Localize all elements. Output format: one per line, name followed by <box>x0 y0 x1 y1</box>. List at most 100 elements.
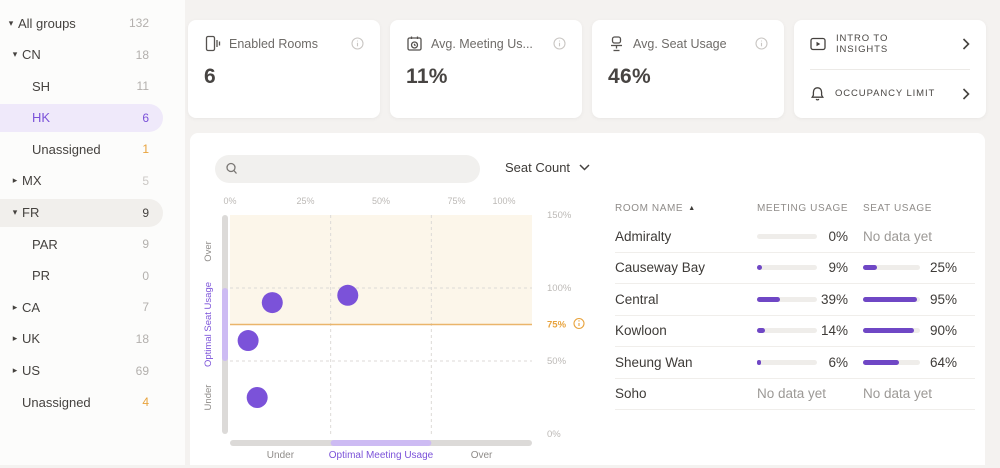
meeting-usage-cell: No data yet <box>757 386 863 401</box>
x-zone-label: Under <box>267 450 295 461</box>
usage-bar-track <box>757 296 817 302</box>
room-search[interactable] <box>215 155 480 183</box>
search-icon <box>225 162 239 176</box>
scatter-point-central[interactable] <box>337 284 359 306</box>
no-data-label: No data yet <box>863 386 933 402</box>
sidebar-item-count: 4 <box>142 395 149 410</box>
info-icon[interactable] <box>553 37 566 50</box>
search-input[interactable] <box>245 161 470 177</box>
meeting-usage-cell: 14% <box>757 323 863 338</box>
y-tick-label: 0% <box>547 429 561 440</box>
calendar-icon <box>406 35 423 52</box>
scatter-point-kowloon[interactable] <box>261 292 283 314</box>
sidebar-item-label: CN <box>22 47 41 63</box>
sidebar-item-label: SH <box>32 78 51 94</box>
occupancy-limit-link[interactable]: OCCUPANCY LIMIT <box>810 68 970 119</box>
sidebar-item-unassigned[interactable]: Unassigned 1 <box>0 135 163 163</box>
room-name: Sheung Wan <box>615 354 693 370</box>
caret-down-icon[interactable]: ▾ <box>4 18 18 28</box>
stat-card-avg-meeting-usage: Avg. Meeting Us... 11% <box>390 20 582 118</box>
usage-percent: 39% <box>820 291 848 307</box>
caret-right-icon[interactable]: ▸ <box>8 366 22 375</box>
seat-usage-cell: No data yet <box>863 229 975 244</box>
x-tick-label: 0% <box>223 196 236 206</box>
table-row-soho[interactable]: Soho No data yet No data yet <box>615 379 975 410</box>
bell-icon <box>810 86 825 101</box>
rooms-table-header: ROOM NAME ▲ MEETING USAGE SEAT USAGE <box>615 195 975 221</box>
usage-bar-track <box>757 233 817 239</box>
scatter-point-causeway-bay[interactable] <box>246 387 268 408</box>
info-icon[interactable] <box>351 37 364 50</box>
caret-down-icon[interactable]: ▾ <box>8 50 22 59</box>
stat-card-enabled-rooms: Enabled Rooms 6 <box>188 20 380 118</box>
sidebar-item-hk[interactable]: HK 6 <box>0 103 163 132</box>
usage-bar-track <box>863 328 920 334</box>
usage-bar-fill <box>863 296 918 302</box>
no-data-label: No data yet <box>863 228 933 244</box>
rooms-table: ROOM NAME ▲ MEETING USAGE SEAT USAGE Adm… <box>615 195 975 410</box>
intro-to-insights-link[interactable]: INTRO TO INSIGHTS <box>810 20 970 69</box>
usage-bar-fill <box>757 265 763 271</box>
table-row-central[interactable]: Central 39% 95% <box>615 284 975 316</box>
meeting-usage-cell: 9% <box>757 260 863 275</box>
usage-percent: 90% <box>929 323 957 339</box>
sidebar-item-sh[interactable]: SH 11 <box>0 72 163 100</box>
insights-panel: Seat Count 0% 25% 50% 75% 100% 150% 100% 75% 50%… <box>190 133 985 465</box>
scatter-point-sheung-wan[interactable] <box>237 330 259 352</box>
sidebar-item-label: Unassigned <box>22 394 91 410</box>
usage-percent: 14% <box>820 323 848 339</box>
x-tick-label: 75% <box>447 196 465 206</box>
usage-percent: 64% <box>929 354 957 370</box>
table-row-kowloon[interactable]: Kowloon 14% 90% <box>615 316 975 347</box>
usage-bar-fill <box>863 265 878 271</box>
seat-usage-cell: 95% <box>863 292 975 307</box>
table-row-admiralty[interactable]: Admiralty 0% No data yet <box>615 221 975 253</box>
usage-bar-fill <box>863 359 900 365</box>
scatter-plot-svg: 0% 25% 50% 75% 100% 150% 100% 75% 50% 0% Over Optim… <box>203 196 585 461</box>
sidebar-item-label: PR <box>32 268 51 284</box>
sidebar-item-mx[interactable]: ▸ MX 5 <box>0 167 163 195</box>
sort-dropdown[interactable]: Seat Count <box>505 160 590 175</box>
sidebar-item-unassigned[interactable]: Unassigned 4 <box>0 388 163 416</box>
seat-usage-cell: 64% <box>863 355 975 370</box>
stat-card-avg-seat-usage: Avg. Seat Usage 46% <box>592 20 784 118</box>
sidebar-item-count: 18 <box>135 331 149 346</box>
column-header-meeting-usage[interactable]: MEETING USAGE <box>757 203 863 214</box>
group-tree-sidebar: ▾ All groups 132 ▾ CN 18 SH 11 HK 6 Unassigned 1 ▸ MX… <box>0 0 185 465</box>
stat-card-value: 11% <box>406 65 448 88</box>
column-header-seat-usage[interactable]: SEAT USAGE <box>863 203 975 214</box>
usage-percent: 9% <box>828 260 848 276</box>
caret-right-icon[interactable]: ▸ <box>8 176 22 185</box>
sidebar-item-label: HK <box>32 110 51 126</box>
table-row-causeway-bay[interactable]: Causeway Bay 9% 25% <box>615 253 975 284</box>
seat-usage-cell: 90% <box>863 323 975 338</box>
usage-bar-fill <box>757 328 766 334</box>
sidebar-item-uk[interactable]: ▸ UK 18 <box>0 325 163 353</box>
y-tick-label: 100% <box>547 283 572 294</box>
sidebar-item-label: US <box>22 363 41 379</box>
sidebar-item-cn[interactable]: ▾ CN 18 <box>0 41 163 69</box>
sidebar-item-fr[interactable]: ▾ FR 9 <box>0 198 163 227</box>
sidebar-item-ca[interactable]: ▸ CA 7 <box>0 293 163 321</box>
info-icon[interactable] <box>755 37 768 50</box>
room-name: Kowloon <box>615 323 667 339</box>
column-header-room-name[interactable]: ROOM NAME ▲ <box>615 203 757 214</box>
sidebar-item-label: FR <box>22 205 40 221</box>
sidebar-item-us[interactable]: ▸ US 69 <box>0 357 163 385</box>
quick-link-label: INTRO TO INSIGHTS <box>836 33 889 56</box>
sidebar-item-pr[interactable]: PR 0 <box>0 262 163 290</box>
sidebar-item-label: PAR <box>32 236 58 252</box>
x-tick-label: 100% <box>492 196 515 206</box>
usage-bar-fill <box>757 359 761 365</box>
sidebar-item-count: 0 <box>142 268 149 283</box>
x-zone-label: Optimal Meeting Usage <box>329 450 434 461</box>
usage-bar-track <box>757 328 817 334</box>
sidebar-item-par[interactable]: PAR 9 <box>0 230 163 258</box>
sidebar-item-all-groups[interactable]: ▾ All groups 132 <box>0 9 163 37</box>
sidebar-item-label: MX <box>22 173 42 189</box>
table-row-sheung-wan[interactable]: Sheung Wan 6% 64% <box>615 347 975 379</box>
caret-right-icon[interactable]: ▸ <box>8 302 22 312</box>
caret-down-icon[interactable]: ▾ <box>8 208 22 217</box>
y-tick-label: 75% <box>547 320 567 331</box>
caret-right-icon[interactable]: ▸ <box>8 334 22 343</box>
